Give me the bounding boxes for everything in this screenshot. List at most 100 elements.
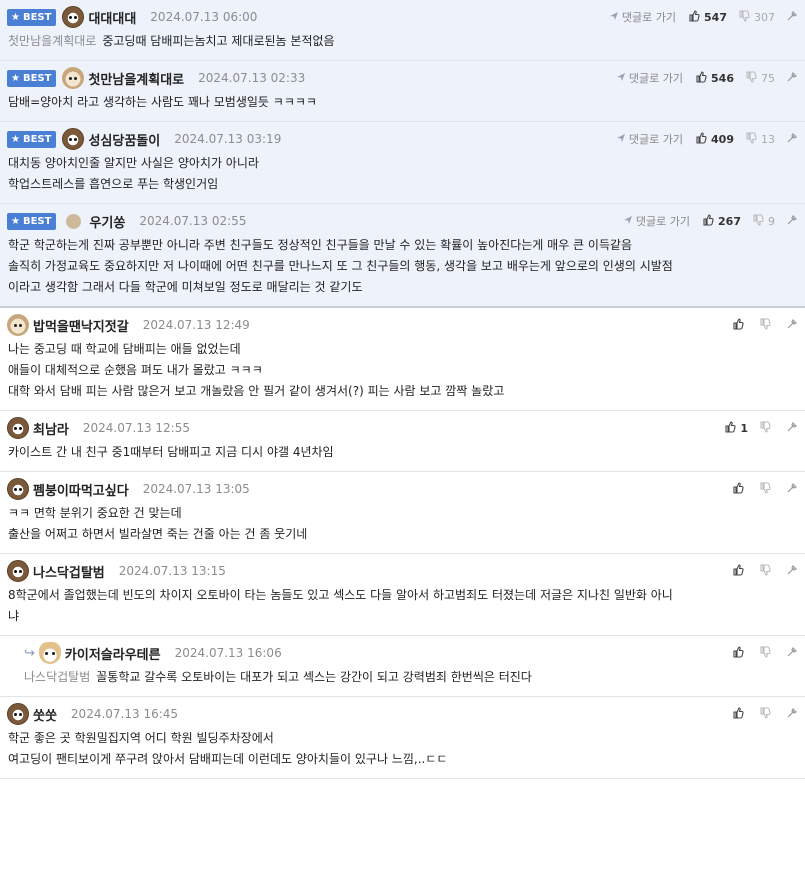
best-badge: ★ BEST — [7, 69, 57, 87]
reply-link-icon — [616, 133, 629, 146]
thumbs-down-icon — [753, 213, 768, 229]
nickname[interactable]: 최남라 — [33, 419, 69, 438]
comment-line: 대학 와서 담배 피는 사람 많은거 보고 개놀랐음 안 필거 같이 생겨서(?… — [8, 384, 505, 398]
thumbs-down-icon — [760, 420, 775, 436]
downvote-button[interactable]: 75 — [746, 70, 775, 86]
bear-avatar[interactable] — [7, 703, 29, 725]
upvote-button[interactable]: 409 — [696, 131, 734, 147]
nickname[interactable]: 나스닥겁탈범 — [33, 562, 105, 581]
mentioned-user[interactable]: 나스닥겁탈범 — [24, 670, 90, 684]
comment-line: 나는 중고딩 때 학교에 담배피는 애들 없었는데 — [8, 342, 241, 356]
timestamp: 2024.07.13 13:05 — [142, 482, 250, 496]
thumbs-down-icon — [746, 131, 761, 147]
comment-line: 학업스트레스를 흡연으로 푸는 학생인거임 — [8, 177, 219, 191]
downvote-button[interactable] — [760, 481, 775, 497]
report-button[interactable] — [787, 71, 798, 85]
downvote-button[interactable] — [760, 645, 775, 661]
upvote-button[interactable] — [733, 645, 748, 661]
downvote-button[interactable]: 13 — [746, 131, 775, 147]
nickname[interactable]: 대대대대 — [88, 8, 136, 27]
bear-avatar[interactable] — [62, 6, 85, 28]
timestamp: 2024.07.13 12:55 — [82, 421, 190, 435]
go-to-reply-link[interactable]: 댓글로 가기 — [616, 70, 683, 86]
thumbs-up-icon — [703, 213, 718, 229]
puppy-avatar[interactable] — [62, 67, 85, 89]
upvote-button[interactable] — [733, 481, 748, 497]
downvote-button[interactable] — [760, 706, 775, 722]
timestamp: 2024.07.13 16:06 — [174, 646, 282, 660]
comment-actions: 댓글로 가기 546 75 — [616, 67, 798, 89]
comment-actions — [733, 560, 798, 582]
comment-body: 카이스트 간 내 친구 중1때부터 담배피고 지금 디시 야갤 4년차임 — [7, 442, 799, 463]
report-button[interactable] — [787, 10, 798, 24]
bear-avatar[interactable] — [62, 128, 85, 150]
comment-line: 냐 — [8, 609, 20, 623]
go-to-reply-link[interactable]: 댓글로 가기 — [616, 131, 683, 147]
report-button[interactable] — [787, 318, 798, 332]
bear-avatar[interactable] — [7, 478, 29, 500]
nickname[interactable]: 카이저슬라우테른 — [65, 644, 161, 663]
comment-actions — [733, 642, 798, 664]
comment: 쑷쑷 2024.07.13 16:45 학군 좋은 곳 학원밀집지역 어디 학원 빌… — [0, 697, 805, 779]
comment-line: 여고딩이 팬티보이게 쭈구려 앉아서 담배피는데 이런데도 양아치들이 있구나 … — [8, 752, 448, 766]
upvote-button[interactable] — [733, 563, 748, 579]
ball-avatar[interactable] — [66, 213, 82, 229]
comment-line: 첫만남을계획대로 중고딩때 담배피는놈치고 제대로된놈 본적없음 — [8, 34, 335, 48]
comment-header: 최남라 2024.07.13 12:55 — [7, 417, 799, 439]
downvote-button[interactable] — [760, 563, 775, 579]
report-button[interactable] — [787, 646, 798, 660]
upvote-button[interactable] — [733, 706, 748, 722]
report-icon — [787, 564, 798, 578]
report-button[interactable] — [787, 132, 798, 146]
best-badge: ★ BEST — [7, 8, 57, 26]
thumbs-down-icon — [746, 70, 761, 86]
upvote-button[interactable]: 267 — [703, 213, 741, 229]
downvote-button[interactable] — [760, 420, 775, 436]
nickname[interactable]: 성심당꿈돌이 — [88, 130, 160, 149]
comment-actions: 댓글로 가기 409 13 — [616, 128, 798, 150]
report-button[interactable] — [787, 214, 798, 228]
upvote-count: 267 — [718, 214, 741, 228]
comment: 최남라 2024.07.13 12:55 1 카이스트 간 내 친구 중1때부터 담배… — [0, 411, 805, 472]
go-to-reply-link[interactable]: 댓글로 가기 — [623, 213, 690, 229]
comment-actions: 1 — [725, 417, 798, 439]
downvote-button[interactable]: 307 — [739, 9, 775, 25]
comment-header: 나스닥겁탈범 2024.07.13 13:15 — [7, 560, 799, 582]
thumbs-up-icon — [733, 706, 748, 722]
comment-header: ↪ 카이저슬라우테른 2024.07.13 16:06 — [7, 642, 799, 664]
reply-link-icon — [609, 11, 622, 24]
report-button[interactable] — [787, 482, 798, 496]
bear-avatar[interactable] — [7, 560, 29, 582]
timestamp: 2024.07.13 13:15 — [118, 564, 226, 578]
report-button[interactable] — [787, 421, 798, 435]
downvote-button[interactable] — [760, 317, 775, 333]
nickname[interactable]: 밥먹을땐낙지젓갈 — [33, 316, 129, 335]
nickname[interactable]: 첫만남을계획대로 — [88, 69, 184, 88]
report-icon — [787, 707, 798, 721]
upvote-button[interactable]: 1 — [725, 420, 748, 436]
comment-body: 학군 좋은 곳 학원밀집지역 어디 학원 빌딩주차장에서 여고딩이 팬티보이게 쭈… — [7, 728, 799, 770]
go-to-reply-link[interactable]: 댓글로 가기 — [609, 9, 676, 25]
report-button[interactable] — [787, 564, 798, 578]
upvote-button[interactable]: 547 — [689, 9, 727, 25]
report-icon — [787, 421, 798, 435]
comment-actions: 댓글로 가기 267 9 — [623, 210, 798, 232]
nickname[interactable]: 쑷쑷 — [33, 705, 57, 724]
downvote-button[interactable]: 9 — [753, 213, 775, 229]
fox-avatar[interactable] — [38, 642, 61, 664]
star-icon: ★ — [11, 11, 20, 23]
upvote-button[interactable]: 546 — [696, 70, 734, 86]
mentioned-user[interactable]: 첫만남을계획대로 — [8, 34, 96, 48]
thumbs-down-icon — [760, 481, 775, 497]
nickname[interactable]: 펨붕이따먹고싶다 — [33, 480, 129, 499]
comment-body: ㅋㅋ 면학 분위기 중요한 건 맞는데 출산을 어쩌고 하면서 빌라살면 죽는 건… — [7, 503, 799, 545]
puppy-avatar[interactable] — [7, 314, 29, 336]
report-button[interactable] — [787, 707, 798, 721]
upvote-button[interactable] — [733, 317, 748, 333]
timestamp: 2024.07.13 12:49 — [142, 318, 250, 332]
comment-line: 애들이 대체적으로 순했음 펴도 내가 몰랐고 ㅋㅋㅋ — [8, 363, 263, 377]
bear-avatar[interactable] — [7, 417, 29, 439]
star-icon: ★ — [11, 133, 20, 145]
comment-body: 대치동 양아치인줄 알지만 사실은 양아치가 아니라 학업스트레스를 흡연으로 푸… — [7, 153, 799, 195]
nickname[interactable]: 우기쏭 — [89, 212, 125, 231]
